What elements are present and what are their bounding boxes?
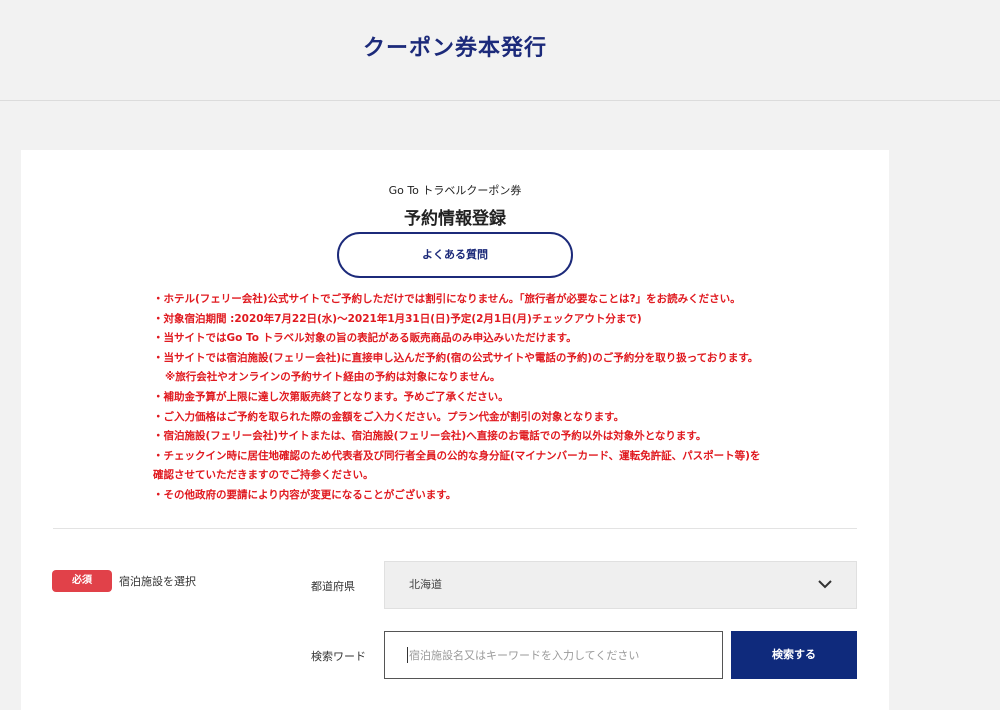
notice-item: ・ご入力価格はご予約を取られた際の金額をご入力ください。プラン代金が割引の対象と… [153,410,625,423]
search-input[interactable] [384,631,723,679]
chevron-down-icon [818,580,832,589]
prefecture-selected-value: 北海道 [409,578,442,591]
page-title: クーポン券本発行 [362,36,547,61]
facility-select-label: 宿泊施設を選択 [119,575,196,588]
notice-item: ・当サイトでは宿泊施設(フェリー会社)に直接申し込んだ予約(宿の公式サイトや電話… [153,351,759,364]
page-header: クーポン券本発行 [0,0,1000,101]
notice-item: ・補助金予算が上限に達し次第販売終了となります。予めご了承ください。 [153,390,509,403]
notice-item: ※旅行会社やオンラインの予約サイト経由の予約は対象になりません。 [165,371,501,384]
prefecture-select[interactable]: 北海道 [384,561,857,609]
form-title: 予約情報登録 [404,209,506,229]
notice-item: 確認させていただきますのでご持参ください。 [153,469,374,482]
notice-list: ・ホテル(フェリー会社)公式サイトでご予約しただけでは割引になりません。「旅行者… [153,290,873,506]
text-caret [407,647,408,663]
notice-item: ・対象宿泊期間 :2020年7月22日(水)〜2021年1月31日(日)予定(2… [153,312,642,325]
required-badge: 必須 [52,570,112,592]
notice-item: ・ホテル(フェリー会社)公式サイトでご予約しただけでは割引になりません。「旅行者… [153,293,741,305]
notice-item: ・チェックイン時に居住地確認のため代表者及び同行者全員の公的な身分証(マイナンバ… [153,449,761,462]
notice-item: ・宿泊施設(フェリー会社)サイトまたは、宿泊施設(フェリー会社)へ直接のお電話で… [153,430,707,443]
form-subtitle: Go To トラベルクーポン券 [388,184,522,197]
section-divider [53,528,857,529]
search-word-label: 検索ワード [311,650,366,663]
notice-item: ・当サイトではGo To トラベル対象の旨の表記がある販売商品のみ申込みいただけ… [153,332,577,345]
reservation-form-card: Go To トラベルクーポン券 予約情報登録 よくある質問 ・ホテル(フェリー会… [21,150,889,710]
search-button[interactable]: 検索する [731,631,857,679]
prefecture-label: 都道府県 [311,580,355,593]
faq-button[interactable]: よくある質問 [337,232,573,278]
notice-item: ・その他政府の要請により内容が変更になることがございます。 [153,488,457,501]
